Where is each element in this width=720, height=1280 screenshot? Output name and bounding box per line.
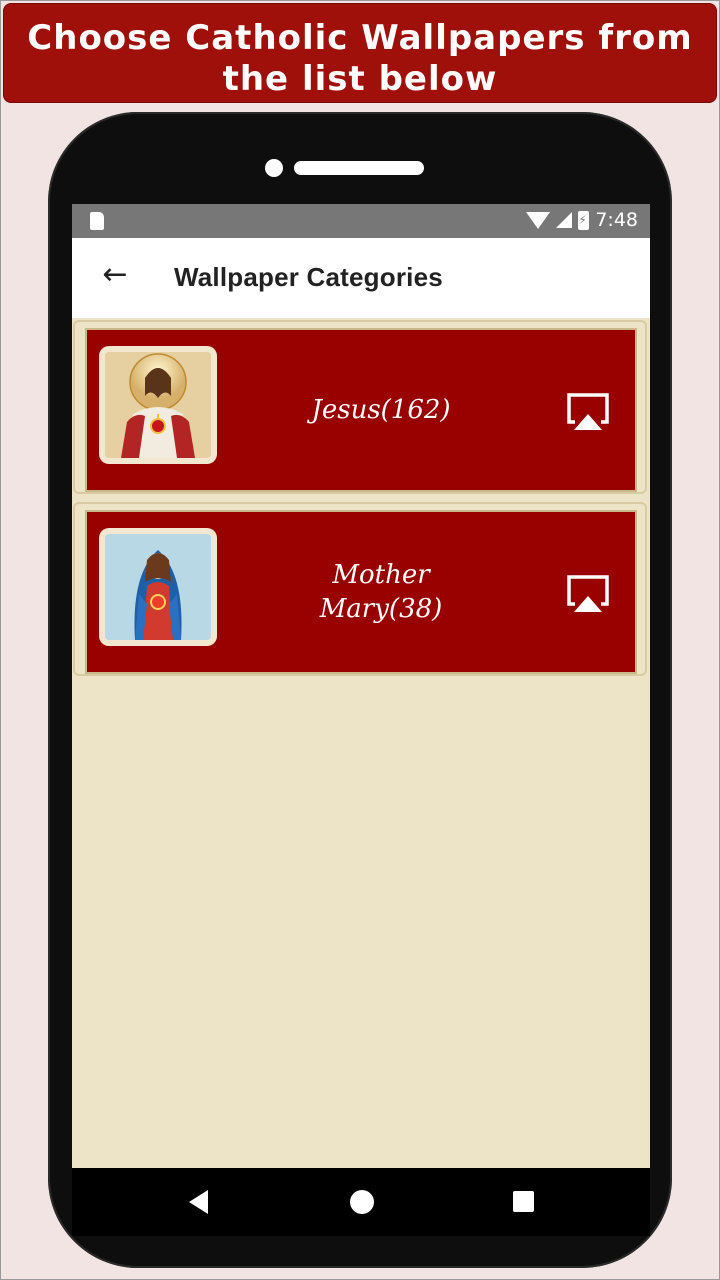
page-title: Wallpaper Categories	[174, 262, 443, 292]
camera-dot	[265, 159, 283, 177]
category-thumbnail-frame	[99, 528, 217, 646]
wifi-icon	[526, 211, 551, 229]
status-bar: 7:48	[72, 204, 650, 238]
sd-card-icon	[90, 212, 104, 230]
status-time: 7:48	[595, 209, 638, 231]
navigation-bar	[72, 1168, 650, 1236]
category-card-body[interactable]: Mother Mary(38)	[85, 510, 637, 674]
airplay-icon[interactable]	[565, 392, 611, 432]
battery-icon	[578, 210, 590, 230]
jesus-thumbnail	[105, 352, 211, 458]
app-bar: ← Wallpaper Categories	[72, 238, 650, 318]
nav-home-icon[interactable]	[350, 1190, 374, 1214]
category-card-body[interactable]: Jesus(162)	[85, 328, 637, 492]
signal-icon	[556, 212, 573, 228]
speaker-grille	[294, 161, 424, 175]
nav-recent-icon[interactable]	[513, 1191, 534, 1212]
nav-back-icon[interactable]	[189, 1190, 208, 1214]
category-label: Mother Mary(38)	[319, 560, 443, 624]
category-card-jesus[interactable]: Jesus(162)	[73, 320, 647, 494]
airplay-icon[interactable]	[565, 574, 611, 614]
category-label: Jesus(162)	[311, 395, 451, 425]
mary-thumbnail	[105, 534, 211, 640]
category-thumbnail-frame	[99, 346, 217, 464]
category-card-mary[interactable]: Mother Mary(38)	[73, 502, 647, 676]
promo-banner: Choose Catholic Wallpapers from the list…	[3, 3, 717, 103]
back-arrow-icon[interactable]: ←	[98, 258, 132, 292]
phone-screen: 7:48 ← Wallpaper Categories	[72, 204, 650, 1236]
